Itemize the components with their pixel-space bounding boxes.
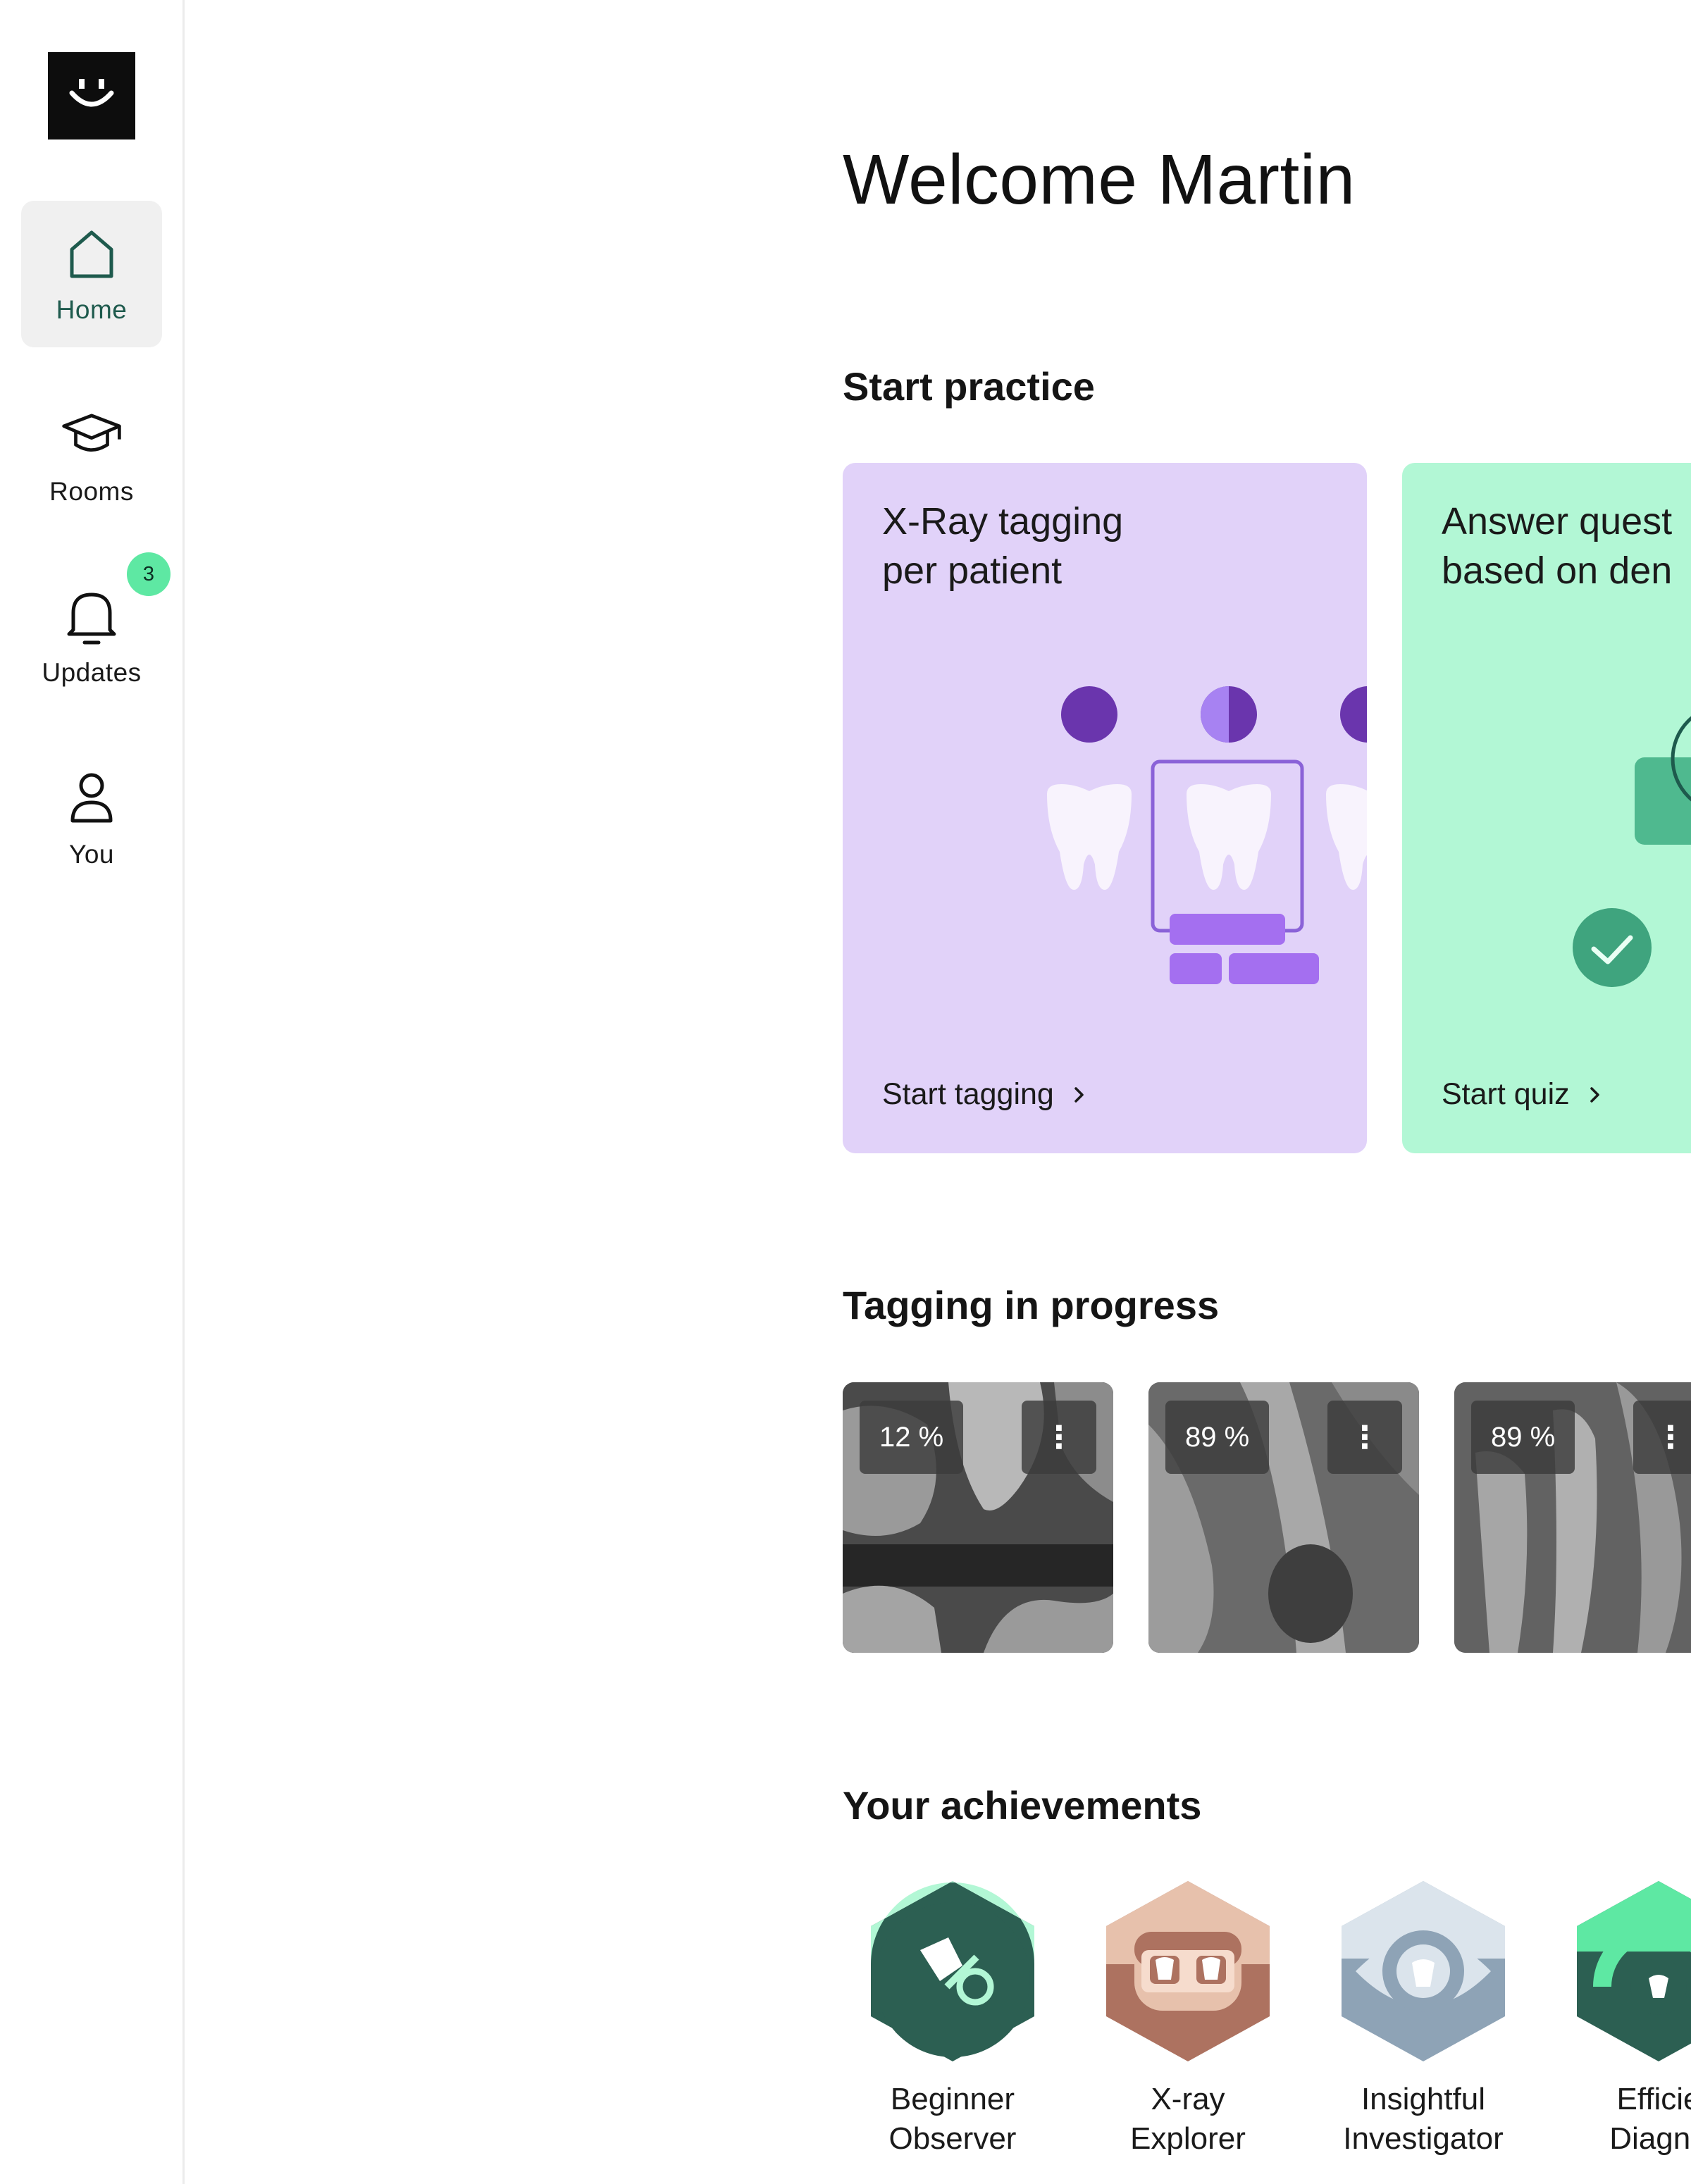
tooth-percent-badge-icon bbox=[871, 1881, 1034, 2061]
xray-thumbnail[interactable]: 12 % ⋮ bbox=[843, 1382, 1113, 1653]
section-title-achievements: Your achievements bbox=[843, 1783, 1202, 1828]
chevron-right-icon bbox=[1074, 1086, 1084, 1103]
main-content: Welcome Martin Start practice X-Ray tagg… bbox=[0, 0, 1691, 2184]
start-tagging-link[interactable]: Start tagging bbox=[882, 1077, 1086, 1112]
eye-tooth-badge-icon bbox=[1342, 1881, 1505, 2061]
home-icon bbox=[60, 222, 123, 285]
xray-teeth-badge-icon bbox=[1106, 1881, 1270, 2061]
bell-icon bbox=[60, 585, 123, 648]
graduation-cap-icon bbox=[60, 404, 123, 467]
practice-card-quiz[interactable]: Answer quest based on den Start quiz bbox=[1402, 463, 1691, 1153]
progress-badge: 89 % bbox=[1471, 1401, 1575, 1474]
more-options-button[interactable]: ⋮ bbox=[1022, 1401, 1096, 1474]
smiley-logo-icon bbox=[69, 79, 114, 107]
sidebar-item-updates[interactable]: Updates 3 bbox=[21, 552, 171, 710]
achievement-label: Insightful Investigator bbox=[1343, 2082, 1504, 2156]
sidebar-item-rooms[interactable]: Rooms bbox=[21, 383, 162, 529]
start-quiz-label: Start quiz bbox=[1442, 1077, 1570, 1111]
section-title-tagging-in-progress: Tagging in progress bbox=[843, 1283, 1220, 1327]
user-icon bbox=[60, 767, 123, 830]
sidebar-item-home[interactable]: Home bbox=[21, 201, 162, 347]
card-title: X-Ray tagging per patient bbox=[882, 500, 1124, 592]
more-options-button[interactable]: ⋮ bbox=[1633, 1401, 1691, 1474]
achievement-label: Beginner Observer bbox=[888, 2082, 1017, 2156]
progress-badge: 89 % bbox=[1165, 1401, 1270, 1474]
section-title-start-practice: Start practice bbox=[843, 364, 1095, 409]
sidebar-item-label: Rooms bbox=[49, 477, 134, 506]
sidebar-item-label: Updates bbox=[42, 658, 142, 687]
practice-card-xray-tagging[interactable]: X-Ray tagging per patient Start tagging bbox=[843, 463, 1367, 1153]
start-quiz-link[interactable]: Start quiz bbox=[1442, 1077, 1602, 1112]
more-options-button[interactable]: ⋮ bbox=[1327, 1401, 1402, 1474]
sidebar-item-you[interactable]: You bbox=[21, 745, 162, 892]
gauge-tooth-badge-icon bbox=[1577, 1881, 1691, 2061]
achievement-badge[interactable]: Efficie Diagno bbox=[1553, 1881, 1691, 2159]
achievement-label: Efficie Diagno bbox=[1609, 2082, 1691, 2156]
card-title: Answer quest based on den bbox=[1442, 500, 1673, 592]
chevron-right-icon bbox=[1590, 1086, 1599, 1103]
achievement-badge[interactable]: Beginner Observer bbox=[847, 1881, 1058, 2159]
sidebar-item-label: Home bbox=[56, 295, 128, 324]
xray-thumbnail[interactable]: 89 % ⋮ bbox=[1454, 1382, 1691, 1653]
notification-badge: 3 bbox=[127, 552, 171, 596]
sidebar: Home Rooms Updates 3 You bbox=[0, 0, 185, 2184]
page-title: Welcome Martin bbox=[843, 140, 1356, 219]
progress-badge: 12 % bbox=[860, 1401, 964, 1474]
achievement-badge[interactable]: X-ray Explorer bbox=[1082, 1881, 1294, 2159]
xray-thumbnail[interactable]: 89 % ⋮ bbox=[1148, 1382, 1419, 1653]
start-tagging-label: Start tagging bbox=[882, 1077, 1054, 1111]
achievement-badge[interactable]: Insightful Investigator bbox=[1318, 1881, 1529, 2159]
app-logo[interactable] bbox=[48, 52, 135, 139]
sidebar-item-label: You bbox=[69, 840, 114, 869]
achievement-label: X-ray Explorer bbox=[1130, 2082, 1246, 2156]
